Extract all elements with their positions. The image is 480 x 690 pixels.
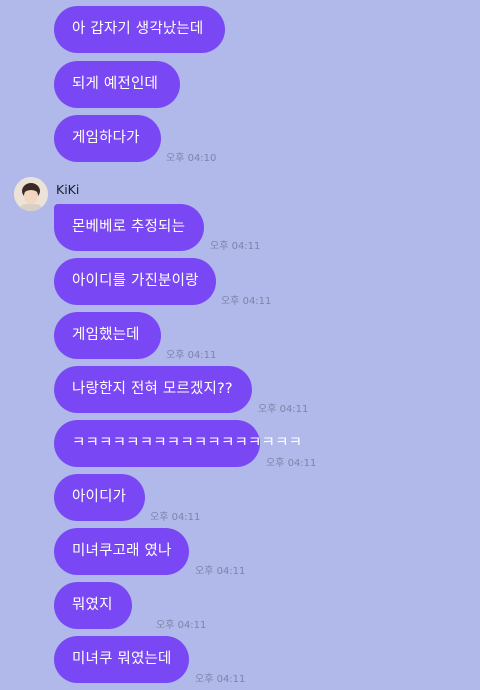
message-timestamp: 오후 04:11 — [195, 674, 246, 685]
message-timestamp: 오후 04:11 — [210, 241, 261, 252]
message-bubble[interactable]: 아 갑자기 생각났는데 — [54, 6, 225, 53]
message-bubble[interactable]: 아이디를 가진분이랑 — [54, 258, 216, 305]
message-bubble[interactable]: ㅋㅋㅋㅋㅋㅋㅋㅋㅋㅋㅋㅋㅋㅋㅋㅋㅋ — [54, 420, 302, 467]
message-text: ㅋㅋㅋㅋㅋㅋㅋㅋㅋㅋㅋㅋㅋㅋㅋㅋㅋ — [72, 435, 303, 451]
message-text: 미녀쿠고래 였나 — [72, 543, 172, 559]
profile-photo-icon — [14, 177, 48, 211]
avatar[interactable] — [14, 177, 48, 211]
message-bubble[interactable]: 게임했는데 — [54, 312, 161, 359]
message-bubble[interactable]: 나랑한지 전혀 모르겠지?? — [54, 366, 252, 413]
message-text: 아이디가 — [72, 489, 127, 505]
message-text: 미녀쿠 뭐였는데 — [72, 651, 172, 667]
message-timestamp: 오후 04:11 — [221, 296, 272, 307]
message-text: 되게 예전인데 — [72, 76, 159, 92]
message-timestamp: 오후 04:10 — [166, 153, 217, 164]
message-bubble[interactable]: 뭐였지 — [54, 582, 132, 629]
message-timestamp: 오후 04:11 — [156, 620, 207, 631]
message-timestamp: 오후 04:11 — [266, 458, 317, 469]
message-timestamp: 오후 04:11 — [150, 512, 201, 523]
message-bubble[interactable]: 미녀쿠고래 였나 — [54, 528, 189, 575]
message-text: 게임했는데 — [72, 327, 140, 343]
message-text: 뭐였지 — [72, 597, 113, 613]
message-timestamp: 오후 04:11 — [166, 350, 217, 361]
message-bubble[interactable]: 몬베베로 추정되는 — [54, 204, 204, 251]
message-bubble[interactable]: 아이디가 — [54, 474, 145, 521]
message-bubble[interactable]: 게임하다가 — [54, 115, 161, 162]
message-text: 아 갑자기 생각났는데 — [72, 21, 204, 37]
message-timestamp: 오후 04:11 — [258, 404, 309, 415]
message-text: 게임하다가 — [72, 130, 140, 146]
message-text: 나랑한지 전혀 모르겠지?? — [72, 381, 233, 397]
message-timestamp: 오후 04:11 — [195, 566, 246, 577]
message-bubble[interactable]: 되게 예전인데 — [54, 61, 180, 108]
message-text: 아이디를 가진분이랑 — [72, 273, 199, 289]
message-text: 몬베베로 추정되는 — [72, 219, 186, 235]
message-bubble[interactable]: 미녀쿠 뭐였는데 — [54, 636, 189, 683]
sender-name: KiKi — [56, 182, 80, 197]
